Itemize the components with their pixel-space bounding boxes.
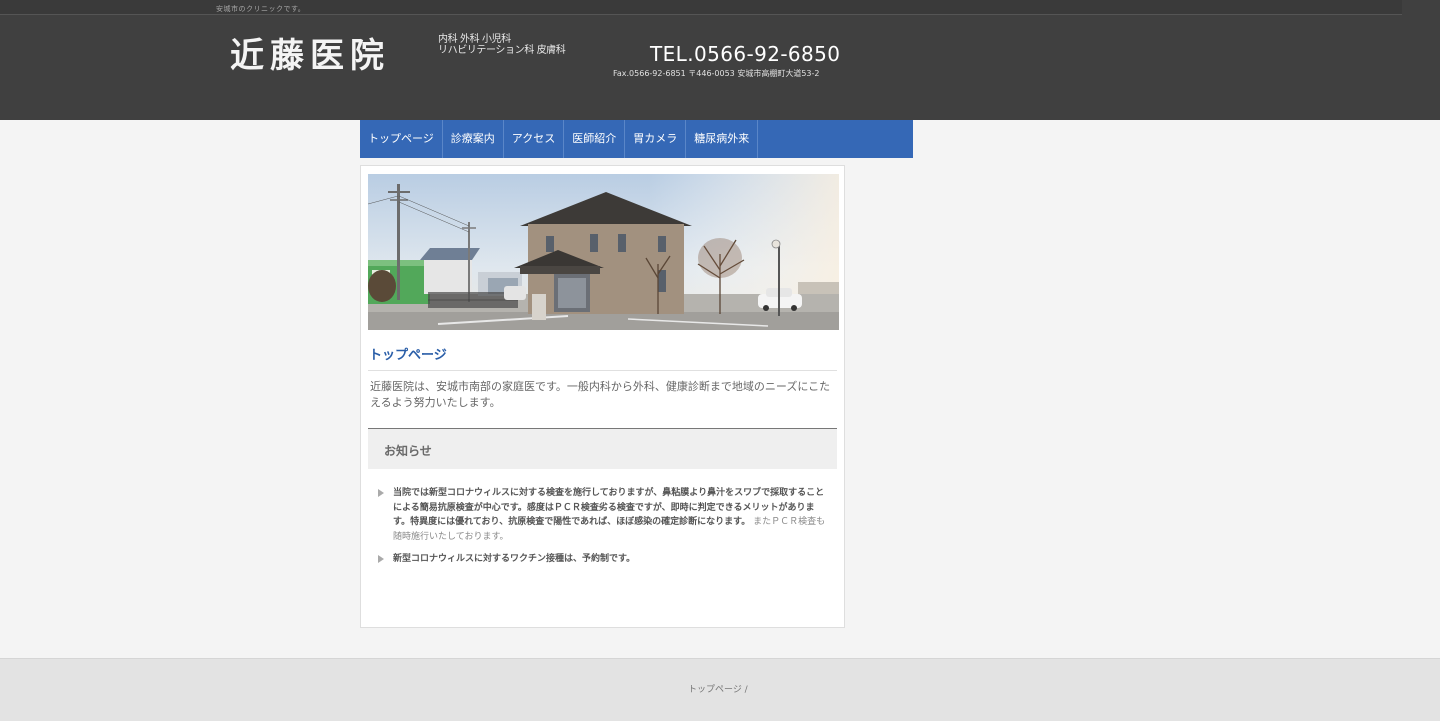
nav-item-access[interactable]: アクセス <box>504 120 565 158</box>
news-header: お知らせ <box>368 428 837 469</box>
triangle-bullet-icon <box>378 555 384 563</box>
news-item: 当院では新型コロナウィルスに対する検査を施行しておりますが、鼻粘膜より鼻汁をスワ… <box>378 486 828 544</box>
phone-number: TEL.0566-92-6850 <box>650 42 841 66</box>
site-header: 安城市のクリニックです。 近藤医院 内科 外科 小児科 リハビリテーション科 皮… <box>0 0 1440 120</box>
title-divider <box>368 370 837 371</box>
page-title: トップページ <box>369 348 447 363</box>
header-top-strip: 安城市のクリニックです。 <box>0 0 1402 15</box>
nav-item-diabetes[interactable]: 糖尿病外来 <box>686 120 759 158</box>
departments-line-1: 内科 外科 小児科 <box>438 34 511 45</box>
intro-text: 近藤医院は、安城市南部の家庭医です。一般内科から外科、健康診断まで地域のニーズに… <box>370 380 831 409</box>
site-tagline: 安城市のクリニックです。 <box>216 5 306 13</box>
fax-address: Fax.0566-92-6851 〒446-0053 安城市高棚町大道53-2 <box>613 69 820 78</box>
nav-item-gastroscope[interactable]: 胃カメラ <box>625 120 687 158</box>
news-item: 新型コロナウィルスに対するワクチン接種は、予約制です。 <box>378 552 828 567</box>
nav-item-top[interactable]: トップページ <box>360 120 443 158</box>
main-content: トップページ 近藤医院は、安城市南部の家庭医です。一般内科から外科、健康診断まで… <box>360 165 845 628</box>
breadcrumb[interactable]: トップページ / <box>688 682 748 695</box>
nav-item-services[interactable]: 診療案内 <box>443 120 504 158</box>
site-footer: トップページ / <box>0 658 1440 721</box>
departments-line-2: リハビリテーション科 皮膚科 <box>438 45 566 56</box>
news-list: 当院では新型コロナウィルスに対する検査を施行しておりますが、鼻粘膜より鼻汁をスワ… <box>378 486 828 575</box>
main-nav: トップページ 診療案内 アクセス 医師紹介 胃カメラ 糖尿病外来 <box>360 120 913 158</box>
clinic-logo[interactable]: 近藤医院 <box>230 28 390 77</box>
triangle-bullet-icon <box>378 489 384 497</box>
nav-item-doctor[interactable]: 医師紹介 <box>564 120 626 158</box>
clinic-building-image <box>368 174 839 330</box>
departments-label: 内科 外科 小児科 リハビリテーション科 皮膚科 <box>438 34 566 56</box>
news-item-text: 新型コロナウィルスに対するワクチン接種は、予約制です。 <box>393 554 636 564</box>
news-title: お知らせ <box>384 444 432 458</box>
